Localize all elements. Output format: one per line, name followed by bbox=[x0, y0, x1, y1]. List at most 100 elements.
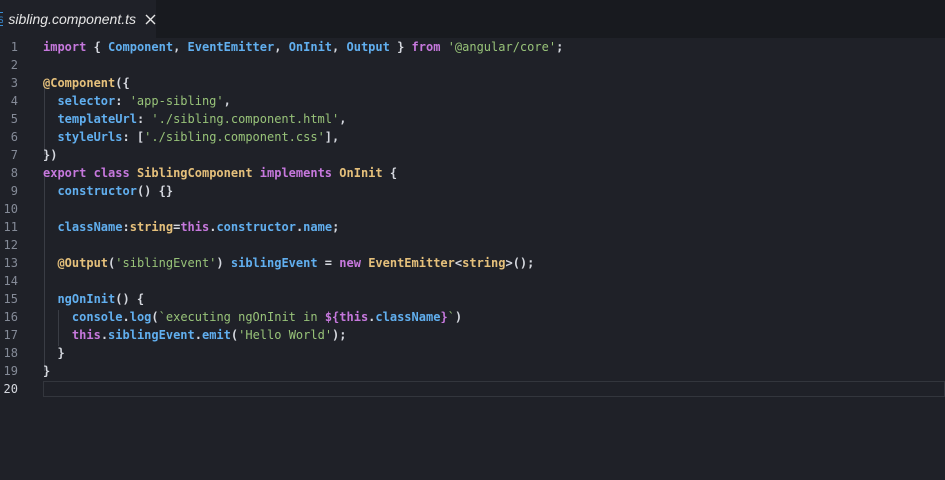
line-number: 18 bbox=[3, 346, 18, 360]
line-number: 12 bbox=[3, 238, 18, 252]
code-line[interactable]: 19} bbox=[0, 362, 945, 380]
code-token: } bbox=[43, 364, 51, 378]
code-token: ngOnInit bbox=[57, 292, 116, 306]
code-token: . bbox=[194, 328, 202, 342]
code-token: : bbox=[122, 220, 130, 234]
code-line[interactable]: 8 export class SiblingComponent implement… bbox=[0, 164, 945, 182]
close-icon[interactable] bbox=[145, 13, 156, 25]
code-text: } bbox=[43, 344, 64, 362]
code-editor[interactable]: 1 import { Component, EventEmitter, OnIni… bbox=[0, 38, 945, 480]
code-token: : bbox=[115, 94, 130, 108]
code-token: string bbox=[129, 220, 174, 234]
code-token: () { bbox=[115, 292, 145, 306]
code-token: ); bbox=[332, 328, 347, 342]
code-line[interactable]: 18 } bbox=[0, 344, 945, 362]
code-text: console.log(`executing ngOnInit in ${thi… bbox=[43, 308, 462, 326]
code-token: . bbox=[122, 310, 130, 324]
code-line[interactable]: 2 bbox=[0, 56, 945, 74]
typescript-file-icon: S bbox=[0, 12, 4, 26]
code-token: class bbox=[93, 166, 130, 180]
code-token: from bbox=[411, 40, 441, 54]
code-line[interactable]: 12 bbox=[0, 236, 945, 254]
code-token: }) bbox=[43, 148, 58, 162]
code-token: '@angular/core' bbox=[447, 40, 557, 54]
code-text: import { Component, EventEmitter, OnInit… bbox=[43, 38, 563, 56]
code-token: new bbox=[339, 256, 361, 270]
code-token: OnInit bbox=[339, 166, 383, 180]
code-token: string bbox=[462, 256, 506, 270]
code-token: templateUrl bbox=[57, 112, 137, 126]
code-line[interactable]: 15 ngOnInit() { bbox=[0, 290, 945, 308]
code-token: EventEmitter bbox=[187, 40, 275, 54]
tab-bar: S sibling.component.ts bbox=[0, 0, 945, 38]
code-token: : bbox=[136, 112, 152, 126]
code-line[interactable]: 14 bbox=[0, 272, 945, 290]
code-line[interactable]: 5 templateUrl: './sibling.component.html… bbox=[0, 110, 945, 128]
code-token: emit bbox=[201, 328, 231, 342]
code-token: EventEmitter bbox=[368, 256, 455, 270]
line-number: 20 bbox=[3, 382, 18, 396]
code-token: import bbox=[43, 40, 87, 54]
code-line[interactable]: 17 this.siblingEvent.emit('Hello World')… bbox=[0, 326, 945, 344]
code-token: () {} bbox=[136, 184, 174, 198]
code-token: SiblingComponent bbox=[136, 166, 253, 180]
code-text: className:string=this.constructor.name; bbox=[43, 218, 339, 236]
line-number: 14 bbox=[3, 274, 18, 288]
code-token: ({ bbox=[115, 76, 130, 90]
code-line[interactable]: 13 @Output('siblingEvent') siblingEvent … bbox=[0, 254, 945, 272]
code-token: ( bbox=[151, 310, 159, 324]
code-token: constructor bbox=[216, 220, 296, 234]
code-line[interactable]: 1 import { Component, EventEmitter, OnIni… bbox=[0, 38, 945, 56]
code-text: } bbox=[43, 362, 50, 380]
code-token: export bbox=[43, 166, 87, 180]
code-token: , bbox=[274, 40, 289, 54]
code-line[interactable]: 11 className:string=this.constructor.nam… bbox=[0, 218, 945, 236]
code-token: ) bbox=[454, 310, 463, 324]
code-text: constructor() {} bbox=[43, 182, 173, 200]
code-token: 'app-sibling' bbox=[129, 94, 224, 108]
code-token: siblingEvent bbox=[230, 256, 318, 270]
tab-sibling-component[interactable]: S sibling.component.ts bbox=[0, 0, 156, 38]
code-token: , bbox=[223, 94, 231, 108]
code-token: implements bbox=[259, 166, 333, 180]
code-line[interactable]: 7}) bbox=[0, 146, 945, 164]
code-line[interactable]: 6 styleUrls: ['./sibling.component.css']… bbox=[0, 128, 945, 146]
code-token: this bbox=[180, 220, 210, 234]
line-number: 2 bbox=[10, 58, 18, 72]
code-token: } bbox=[440, 310, 448, 324]
code-token: styleUrls bbox=[57, 130, 123, 144]
code-token: siblingEvent bbox=[108, 328, 195, 342]
code-token: name bbox=[303, 220, 333, 234]
code-line[interactable]: 3 @Component({ bbox=[0, 74, 945, 92]
code-token: log bbox=[129, 310, 152, 324]
code-line[interactable]: 10 bbox=[0, 200, 945, 218]
code-token: 'siblingEvent' bbox=[115, 256, 217, 270]
line-number: 7 bbox=[10, 148, 18, 162]
code-text: this.siblingEvent.emit('Hello World'); bbox=[43, 326, 347, 344]
code-line[interactable]: 16 console.log(`executing ngOnInit in ${… bbox=[0, 308, 945, 326]
code-token: ) bbox=[216, 256, 231, 270]
line-number: 10 bbox=[3, 202, 18, 216]
line-number: 9 bbox=[10, 184, 18, 198]
line-number: 16 bbox=[3, 310, 18, 324]
code-token: Component bbox=[108, 40, 174, 54]
code-line[interactable]: 20 bbox=[0, 380, 945, 398]
code-line[interactable]: 4 selector: 'app-sibling', bbox=[0, 92, 945, 110]
code-text: templateUrl: './sibling.component.html', bbox=[43, 110, 346, 128]
code-token: { bbox=[86, 40, 109, 54]
code-text: ngOnInit() { bbox=[43, 290, 144, 308]
code-token: ${ bbox=[324, 310, 340, 324]
code-token: ` bbox=[447, 310, 455, 324]
line-number: 4 bbox=[10, 94, 18, 108]
code-line[interactable]: 9 constructor() {} bbox=[0, 182, 945, 200]
